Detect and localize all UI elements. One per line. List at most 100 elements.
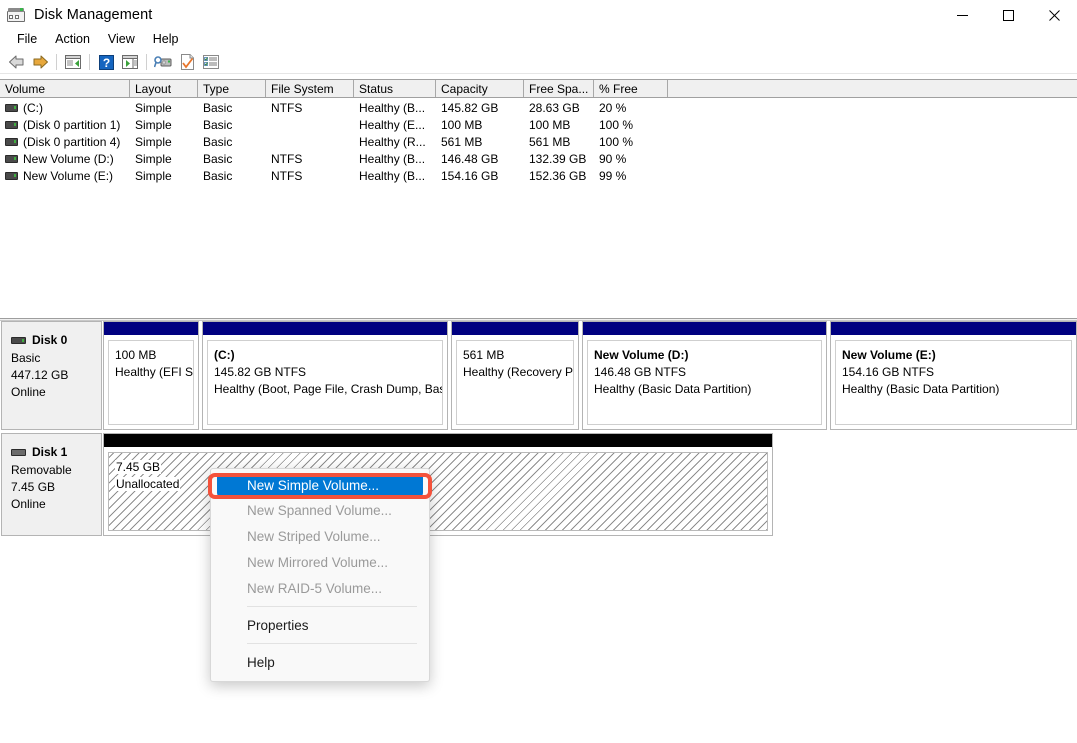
partition-block[interactable]: 7.45 GB Unallocated (103, 433, 773, 536)
partition-usage-bar (583, 322, 826, 336)
volume-list-body: (C:) Simple Basic NTFS Healthy (B... 145.82 G… (0, 99, 1077, 317)
partition-label: New Volume (E:) (842, 348, 936, 362)
cell-status: Healthy (E... (359, 117, 426, 132)
cell-type: Basic (203, 134, 233, 149)
partition-details: New Volume (E:) 154.16 GB NTFS Healthy (Ba… (835, 340, 1072, 425)
cell-free_space: 561 MB (529, 134, 571, 149)
menu-file[interactable]: File (8, 30, 46, 48)
disk-info-disk-1[interactable]: Disk 1 Removable 7.45 GB Online (1, 433, 102, 536)
cell-layout: Simple (135, 134, 172, 149)
cell-capacity: 154.16 GB (441, 168, 499, 183)
disk-0-partitions: 100 MB Healthy (EFI Sy: (C:) 145.82 GB NTFS… (103, 321, 1077, 430)
column-header--free[interactable]: % Free (594, 80, 668, 97)
title-bar: Disk Management (0, 0, 1077, 30)
partition-block[interactable]: New Volume (D:) 146.48 GB NTFS Healthy (Ba… (582, 321, 827, 430)
cell-volume-label: New Volume (D:) (23, 151, 114, 166)
menu-item-new-simple-volume[interactable]: New Simple Volume... (217, 473, 423, 497)
disk-0-type: Basic (11, 351, 41, 365)
partition-usage-bar (831, 322, 1076, 336)
cell-volume: New Volume (D:) (0, 152, 130, 166)
cell-filesystem: NTFS (271, 168, 303, 183)
cell-status: Healthy (R... (359, 134, 426, 149)
partition-block[interactable]: New Volume (E:) 154.16 GB NTFS Healthy (Ba… (830, 321, 1077, 430)
volume-list-header: Volume Layout Type File System Status Capacit… (0, 79, 1077, 98)
partition-size: 100 MB (115, 348, 157, 362)
partition-health: Healthy (Recovery Par (463, 365, 574, 379)
column-header-capacity[interactable]: Capacity (436, 80, 524, 97)
cell-status: Healthy (B... (359, 100, 426, 115)
back-icon[interactable] (4, 51, 28, 73)
table-row[interactable]: (Disk 0 partition 4) Simple Basic Healthy (… (0, 133, 1077, 150)
partition-block[interactable]: 100 MB Healthy (EFI Sy: (103, 321, 199, 430)
close-button[interactable] (1031, 0, 1077, 30)
svg-text:?: ? (102, 56, 109, 70)
minimize-button[interactable] (939, 0, 985, 30)
menu-view[interactable]: View (99, 30, 144, 48)
detail-view-icon[interactable] (199, 51, 223, 73)
menu-item-new-mirrored-volume: New Mirrored Volume... (247, 554, 389, 570)
help-icon[interactable]: ? (94, 51, 118, 73)
menu-item-help[interactable]: Help (211, 649, 429, 675)
partition-health: Healthy (Boot, Page File, Crash Dump, Ba… (214, 382, 443, 396)
partition-block[interactable]: (C:) 145.82 GB NTFS Healthy (Boot, Page Fi… (202, 321, 448, 430)
partition-label: (C:) (214, 348, 235, 362)
partition-details: 7.45 GB Unallocated (108, 452, 768, 531)
table-row[interactable]: New Volume (E:) Simple Basic NTFS Healthy (B… (0, 167, 1077, 184)
disk-0-name: Disk 0 (32, 333, 68, 347)
partition-details: New Volume (D:) 146.48 GB NTFS Healthy (Ba… (587, 340, 822, 425)
partition-usage-bar (203, 322, 447, 336)
column-header-layout[interactable]: Layout (130, 80, 198, 97)
toolbar-divider (0, 73, 1077, 74)
show-hide-action-pane-icon[interactable] (118, 51, 142, 73)
column-header-volume[interactable]: Volume (0, 80, 130, 97)
cell-type: Basic (203, 168, 233, 183)
cell-capacity: 561 MB (441, 134, 483, 149)
menu-separator (247, 606, 417, 607)
menu-separator (247, 643, 417, 644)
menu-item-properties[interactable]: Properties (211, 612, 429, 638)
cell-type: Basic (203, 100, 233, 115)
column-header-free-spa[interactable]: Free Spa... (524, 80, 594, 97)
show-hide-console-tree-icon[interactable] (61, 51, 85, 73)
disk-1-type: Removable (11, 463, 72, 477)
partition-usage-bar (452, 322, 578, 336)
disk-0-title: Disk 0 (11, 332, 101, 349)
cell-free_space: 132.39 GB (529, 151, 587, 166)
cell-percent_free: 90 % (599, 151, 627, 166)
disk-info-disk-0[interactable]: Disk 0 Basic 447.12 GB Online (1, 321, 102, 430)
cell-percent_free: 99 % (599, 168, 627, 183)
menu-action[interactable]: Action (46, 30, 99, 48)
menu-item-new-raid-5-volume: New RAID-5 Volume... (247, 580, 383, 596)
maximize-button[interactable] (985, 0, 1031, 30)
disk-management-icon (7, 7, 25, 23)
table-row[interactable]: (Disk 0 partition 1) Simple Basic Healthy (… (0, 116, 1077, 133)
disk-0-size: 447.12 GB (11, 368, 69, 382)
window-title: Disk Management (34, 7, 153, 23)
disk-row-disk-0: Disk 0 Basic 447.12 GB Online 100 MB Heal… (0, 321, 1077, 430)
cell-filesystem: NTFS (271, 151, 303, 166)
partition-size: 154.16 GB NTFS (842, 365, 935, 379)
partition-usage-bar (104, 434, 772, 448)
menu-help[interactable]: Help (144, 30, 188, 48)
menu-bar: File Action View Help (0, 28, 1077, 50)
partition-block[interactable]: 561 MB Healthy (Recovery Par (451, 321, 579, 430)
cell-layout: Simple (135, 117, 172, 132)
column-header-file-system[interactable]: File System (266, 80, 354, 97)
cell-layout: Simple (135, 168, 172, 183)
cell-type: Basic (203, 117, 233, 132)
properties-icon[interactable] (175, 51, 199, 73)
cell-volume-label: (Disk 0 partition 4) (23, 134, 121, 149)
table-row[interactable]: New Volume (D:) Simple Basic NTFS Healthy (B… (0, 150, 1077, 167)
forward-icon[interactable] (28, 51, 52, 73)
window-controls (939, 0, 1077, 30)
cell-percent_free: 100 % (599, 134, 634, 149)
cell-volume-label: New Volume (E:) (23, 168, 114, 183)
column-header-type[interactable]: Type (198, 80, 266, 97)
cell-capacity: 100 MB (441, 117, 483, 132)
cell-capacity: 145.82 GB (441, 100, 499, 115)
partition-health: Healthy (Basic Data Partition) (842, 382, 1000, 396)
rescan-disks-icon[interactable] (151, 51, 175, 73)
column-header-status[interactable]: Status (354, 80, 436, 97)
table-row[interactable]: (C:) Simple Basic NTFS Healthy (B... 145.82 G… (0, 99, 1077, 116)
cell-volume: New Volume (E:) (0, 169, 130, 183)
